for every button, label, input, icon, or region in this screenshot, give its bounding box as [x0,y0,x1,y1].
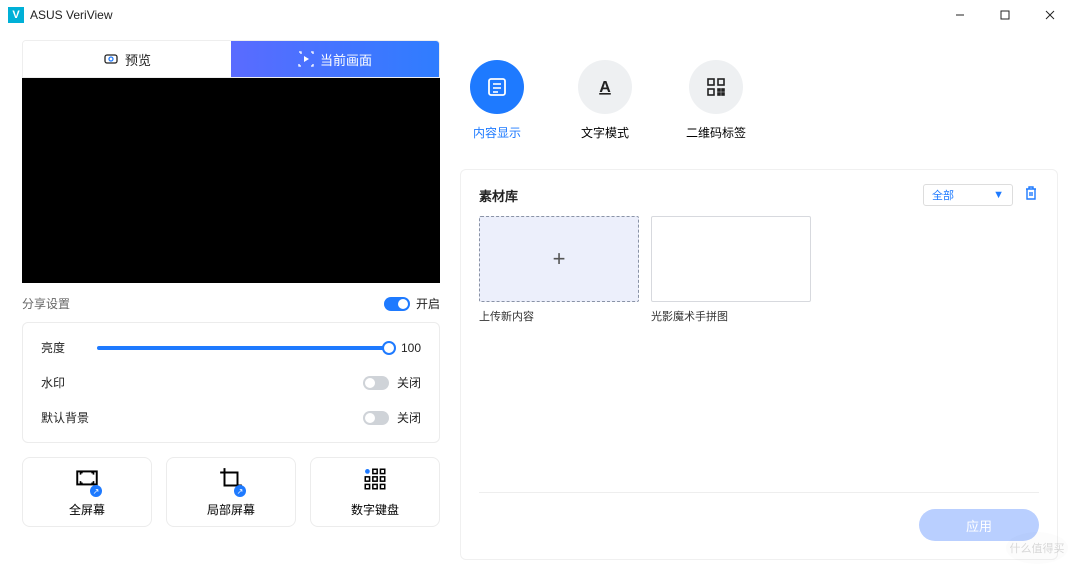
window-title: ASUS VeriView [30,8,112,22]
watermark-label: 水印 [41,374,97,391]
quick-actions: ↗ 全屏幕 ↗ 局部屏幕 [22,457,440,527]
asset-thumbnail[interactable] [651,216,811,302]
right-column: 内容显示 A 文字模式 二维码标签 素材库 全部 [460,40,1058,560]
apply-row: 应用 [479,492,1039,541]
delete-button[interactable] [1023,185,1039,206]
tab-current-label: 当前画面 [320,50,372,69]
svg-text:A: A [599,79,611,96]
mode-text[interactable]: A 文字模式 [578,60,632,141]
content-icon [470,60,524,114]
mode-text-label: 文字模式 [581,124,629,141]
settings-panel: 亮度 100 水印 关闭 默认背景 关闭 [22,322,440,443]
upload-button[interactable]: + [479,216,639,302]
defaultbg-toggle[interactable] [363,411,389,425]
library-cards: + 上传新内容 光影魔术手拼图 [479,216,1039,324]
mode-qr-label: 二维码标签 [686,124,746,141]
upload-caption: 上传新内容 [479,308,639,324]
defaultbg-row: 默认背景 关闭 [41,409,421,426]
crop-icon: ↗ [218,466,244,495]
page-watermark: 什么值得买 [1006,532,1068,564]
tab-preview[interactable]: 预览 [23,41,231,77]
mode-qr[interactable]: 二维码标签 [686,60,746,141]
app-logo: V [8,7,24,23]
brightness-label: 亮度 [41,339,97,356]
chevron-down-icon: ▼ [993,189,1004,201]
library-header: 素材库 全部 ▼ [479,184,1039,206]
library-panel: 素材库 全部 ▼ + 上传新内容 光 [460,169,1058,560]
qr-icon [689,60,743,114]
asset-card-1: 光影魔术手拼图 [651,216,811,324]
filter-select[interactable]: 全部 ▼ [923,184,1013,206]
mode-row: 内容显示 A 文字模式 二维码标签 [460,40,1058,169]
tab-preview-label: 预览 [125,50,151,69]
watermark-state-label: 关闭 [397,374,421,391]
asset-caption: 光影魔术手拼图 [651,308,811,324]
filter-value: 全部 [932,187,954,203]
close-button[interactable] [1027,0,1072,30]
window-controls [937,0,1072,30]
upload-card: + 上传新内容 [479,216,639,324]
library-title: 素材库 [479,186,518,205]
current-icon [298,51,314,67]
quick-numpad-label: 数字键盘 [351,501,399,518]
titlebar: V ASUS VeriView [0,0,1080,30]
watermark-toggle[interactable] [363,376,389,390]
minimize-button[interactable] [937,0,982,30]
fullscreen-icon: ↗ [74,466,100,495]
share-state-label: 开启 [416,295,440,312]
watermark-row: 水印 关闭 [41,374,421,391]
mode-content[interactable]: 内容显示 [470,60,524,141]
tab-current[interactable]: 当前画面 [231,41,439,77]
maximize-button[interactable] [982,0,1027,30]
preview-icon [103,51,119,67]
main-content: 预览 当前画面 分享设置 开启 亮度 100 [0,30,1080,574]
share-toggle[interactable] [384,297,410,311]
numpad-icon [362,466,388,495]
defaultbg-label: 默认背景 [41,409,97,426]
brightness-row: 亮度 100 [41,339,421,356]
quick-fullscreen-label: 全屏幕 [69,501,105,518]
text-icon: A [578,60,632,114]
preview-tabs: 预览 当前画面 [22,40,440,78]
quick-fullscreen[interactable]: ↗ 全屏幕 [22,457,152,527]
brightness-slider[interactable] [97,346,389,350]
share-label: 分享设置 [22,295,70,312]
defaultbg-state-label: 关闭 [397,409,421,426]
share-setting-row: 分享设置 开启 [22,295,440,312]
brightness-value: 100 [401,341,421,355]
mode-content-label: 内容显示 [473,124,521,141]
preview-area [22,78,440,283]
quick-region[interactable]: ↗ 局部屏幕 [166,457,296,527]
left-column: 预览 当前画面 分享设置 开启 亮度 100 [22,40,440,560]
quick-numpad[interactable]: 数字键盘 [310,457,440,527]
quick-region-label: 局部屏幕 [207,501,255,518]
